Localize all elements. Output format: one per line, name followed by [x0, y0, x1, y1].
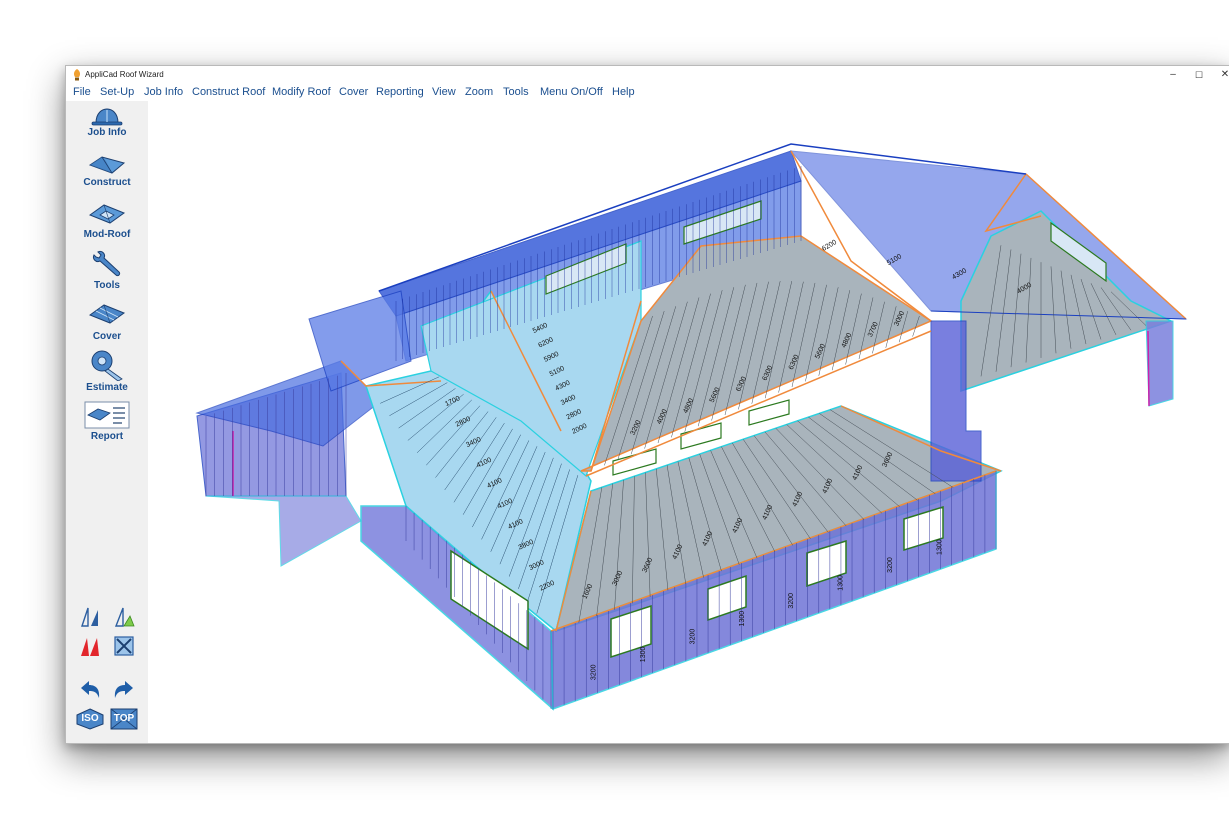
wall-dimension-label: 1300 [739, 611, 746, 627]
menu-help[interactable]: Help [612, 86, 635, 98]
wall-delete-icon[interactable] [112, 634, 136, 658]
menu-setup[interactable]: Set-Up [100, 86, 134, 98]
roof-construct-icon [88, 156, 126, 174]
tape-measure-icon [91, 350, 123, 381]
construct-button[interactable]: Construct [66, 149, 148, 197]
mod-roof-label: Mod-Roof [83, 229, 131, 240]
app-logo-icon [73, 69, 81, 81]
drawing-canvas[interactable]: 3200 1300 3200 1300 3200 1300 3200 1300 2200 3000… [148, 101, 1229, 743]
job-info-button[interactable]: Job Info [66, 107, 148, 155]
menu-modify-roof[interactable]: Modify Roof [272, 86, 331, 98]
menu-construct-roof[interactable]: Construct Roof [192, 86, 265, 98]
wall-dimension-label: 1300 [640, 647, 647, 663]
wall-dimension-label: 3200 [788, 593, 795, 609]
undo-icon[interactable] [78, 678, 102, 702]
wall-dimension-label: 3200 [887, 557, 894, 573]
wall-dimension-label: 1300 [838, 575, 845, 591]
tools-label: Tools [94, 280, 120, 291]
far-right-wall [1145, 320, 1174, 407]
menu-view[interactable]: View [432, 86, 456, 98]
iso-label: ISO [81, 713, 99, 724]
wall-dimension-label: 3200 [689, 629, 696, 645]
cover-label: Cover [92, 331, 122, 342]
top-label: TOP [113, 713, 135, 724]
far-right-post [1147, 330, 1150, 407]
roof-3d-model[interactable]: 3200130032001300320013003200130022003000… [148, 101, 1229, 743]
menu-zoom[interactable]: Zoom [465, 86, 493, 98]
job-info-label: Job Info [87, 127, 127, 138]
maximize-button[interactable]: ☐ [1185, 67, 1213, 83]
menu-tools[interactable]: Tools [503, 86, 529, 98]
window-back-3 [748, 399, 790, 426]
wall-red-icon[interactable] [78, 634, 102, 658]
report-label: Report [90, 431, 124, 442]
title-bar: AppliCad Roof Wizard – ☐ ✕ [66, 66, 1229, 84]
wall-outline-icon[interactable] [78, 604, 102, 628]
sidebar-toolbar: Job Info Construct Mod-Roof Tools Cover … [66, 101, 148, 743]
roof-cover-icon [88, 304, 126, 324]
menu-on-off[interactable]: Menu On/Off [540, 86, 603, 98]
mod-roof-button[interactable]: Mod-Roof [66, 201, 148, 249]
menu-cover[interactable]: Cover [339, 86, 368, 98]
estimate-label: Estimate [86, 382, 128, 393]
roof-modify-icon [88, 204, 126, 224]
app-window: AppliCad Roof Wizard – ☐ ✕ File Set-Up J… [65, 65, 1229, 744]
close-button[interactable]: ✕ [1211, 67, 1229, 83]
redo-icon[interactable] [112, 678, 136, 702]
roof-dimension-label: 6200 [821, 239, 838, 253]
report-icon [84, 401, 130, 429]
wall-dimension-label: 3200 [591, 664, 598, 680]
construct-label: Construct [83, 177, 131, 188]
wall-add-icon[interactable] [112, 604, 136, 628]
cover-button[interactable]: Cover [66, 301, 148, 349]
hard-hat-icon [91, 108, 123, 126]
menu-bar: File Set-Up Job Info Construct Roof Modi… [66, 84, 1229, 101]
window-title: AppliCad Roof Wizard [85, 70, 164, 79]
report-button[interactable]: Report [66, 401, 148, 449]
wrench-icon [93, 251, 121, 277]
estimate-button[interactable]: Estimate [66, 347, 148, 395]
menu-file[interactable]: File [73, 86, 91, 98]
minimize-button[interactable]: – [1159, 67, 1187, 83]
menu-job-info[interactable]: Job Info [144, 86, 183, 98]
left-wing-lower [205, 495, 362, 567]
wall-dimension-label: 1300 [936, 539, 943, 555]
menu-reporting[interactable]: Reporting [376, 86, 424, 98]
top-view-button[interactable]: TOP [110, 708, 138, 730]
iso-view-button[interactable]: ISO [76, 708, 104, 730]
tools-button[interactable]: Tools [66, 249, 148, 297]
